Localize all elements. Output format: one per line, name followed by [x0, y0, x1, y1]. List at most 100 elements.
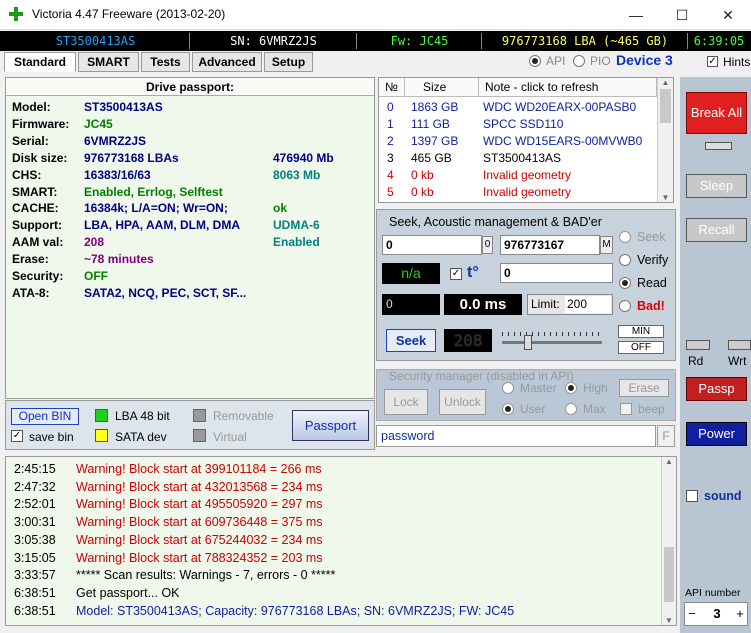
aam-min-button[interactable]: MIN	[618, 325, 664, 338]
user-radio[interactable]	[502, 403, 514, 415]
log-scroll-thumb[interactable]	[664, 547, 674, 602]
aam-slider[interactable]	[502, 332, 602, 350]
mode-bad-radio[interactable]	[619, 300, 631, 312]
password-file-button[interactable]: F	[657, 425, 675, 447]
passport-field-value: ST3500413AS	[84, 100, 163, 114]
high-radio[interactable]	[565, 382, 577, 394]
log-message: Warning! Block start at 432013568 = 234 …	[76, 479, 323, 494]
master-radio[interactable]	[502, 382, 514, 394]
passport-field-value: Enabled, Errlog, Selftest	[84, 184, 223, 199]
mode-read-label: Read	[637, 276, 667, 290]
pio-radio[interactable]	[573, 55, 585, 67]
passp-button[interactable]: Passp	[686, 377, 747, 401]
close-button[interactable]: ✕	[705, 0, 751, 30]
temperature-label: t°	[467, 264, 479, 281]
aam-off-button[interactable]: OFF	[618, 341, 664, 354]
tab-advanced[interactable]: Advanced	[192, 52, 262, 72]
log-time: 3:05:38	[14, 532, 56, 547]
log-message: Warning! Block start at 788324352 = 203 …	[76, 550, 323, 565]
lock-button[interactable]: Lock	[384, 389, 428, 415]
sleep-button[interactable]: Sleep	[686, 174, 747, 198]
passport-field-value: 16383/16/63	[84, 167, 151, 182]
tab-smart[interactable]: SMART	[78, 52, 139, 72]
temperature-checkbox[interactable]: ✓	[450, 268, 462, 280]
log-scroll-down-icon[interactable]: ▼	[662, 616, 676, 625]
log-entry: 3:00:31 Warning! Block start at 609736448…	[14, 515, 323, 532]
drive-cell-note: ST3500413AS	[483, 151, 562, 165]
passport-field-value: LBA, HPA, AAM, DLM, DMA	[84, 218, 240, 233]
unlock-button[interactable]: Unlock	[439, 389, 486, 415]
high-label: High	[583, 381, 608, 395]
api-number-increment[interactable]: +	[733, 603, 747, 625]
tab-tests[interactable]: Tests	[141, 52, 190, 72]
log-message: Get passport... OK	[76, 585, 180, 600]
maximize-button[interactable]: ☐	[659, 0, 705, 30]
tab-setup[interactable]: Setup	[264, 52, 313, 72]
passport-button[interactable]: Passport	[292, 410, 369, 441]
passport-field-label: Serial:	[12, 133, 49, 148]
log-message: Warning! Block start at 399101184 = 266 …	[76, 462, 322, 476]
start-lba-input[interactable]: 0	[382, 235, 482, 255]
power-button[interactable]: Power	[686, 422, 747, 446]
passport-row: Support: LBA, HPA, AAM, DLM, DMA UDMA-6	[12, 218, 320, 235]
mode-seek-radio[interactable]	[619, 231, 631, 243]
beep-label: beep	[638, 402, 665, 416]
end-lba-input[interactable]: 976773167	[500, 235, 600, 255]
minimize-button[interactable]: —	[613, 0, 659, 30]
drive-col-size[interactable]: Size	[405, 78, 479, 97]
api-number-decrement[interactable]: −	[685, 603, 699, 625]
title-bar: Victoria 4.47 Freeware (2013-02-20) — ☐ …	[0, 0, 751, 30]
mode-verify-radio[interactable]	[619, 254, 631, 266]
log-scroll-up-icon[interactable]: ▲	[662, 457, 676, 466]
drive-row[interactable]: 4 0 kb Invalid geometry	[379, 168, 657, 185]
passport-row: Firmware: JC45	[12, 117, 113, 134]
drive-row[interactable]: 0 1863 GB WDC WD20EARX-00PASB0	[379, 100, 657, 117]
log-entry: 3:15:05 Warning! Block start at 788324352…	[14, 551, 323, 568]
drive-row[interactable]: 1 111 GB SPCC SSD110	[379, 117, 657, 134]
temperature-display: n/a	[382, 263, 440, 284]
end-lba-max-button[interactable]: M	[600, 236, 613, 254]
sound-checkbox[interactable]	[686, 490, 698, 502]
break-all-button[interactable]: Break All	[686, 92, 747, 134]
scroll-down-icon[interactable]: ▼	[658, 193, 673, 202]
drive-list-scrollbar[interactable]: ▲ ▼	[657, 78, 673, 202]
victoria-cross-icon	[9, 7, 23, 21]
master-label: Master	[520, 381, 557, 395]
drive-cell-note: Invalid geometry	[483, 168, 572, 182]
aam-slider-thumb[interactable]	[524, 335, 532, 350]
drive-row[interactable]: 5 0 kb Invalid geometry	[379, 185, 657, 202]
drive-cell-size: 1863 GB	[411, 100, 459, 114]
status-model: ST3500413AS	[2, 33, 190, 49]
hints-checkbox[interactable]: ✓	[707, 56, 718, 67]
passport-row: Disk size: 976773168 LBAs 476940 Mb	[12, 151, 334, 168]
open-bin-button[interactable]: Open BIN	[11, 408, 79, 425]
erase-button[interactable]: Erase	[619, 379, 669, 397]
limit-input[interactable]: 200	[565, 296, 611, 313]
status-firmware: Fw: JC45	[358, 33, 482, 49]
save-bin-checkbox[interactable]: ✓	[11, 430, 23, 442]
beep-checkbox[interactable]	[620, 403, 632, 415]
log-scrollbar[interactable]: ▲ ▼	[661, 457, 676, 625]
passport-field-value: SATA2, NCQ, PEC, SCT, SF...	[84, 285, 247, 300]
drive-row[interactable]: 2 1397 GB WDC WD15EARS-00MVWB0	[379, 134, 657, 151]
tab-standard[interactable]: Standard	[4, 52, 76, 72]
recall-button[interactable]: Recall	[686, 218, 747, 242]
block-size-input[interactable]: 0	[500, 263, 613, 283]
drive-cell-size: 111 GB	[411, 117, 450, 131]
mode-read-radio[interactable]	[619, 277, 631, 289]
drive-col-note[interactable]: Note - click to refresh	[479, 78, 657, 97]
api-radio[interactable]	[529, 55, 541, 67]
scroll-up-icon[interactable]: ▲	[658, 78, 673, 87]
drive-row[interactable]: 3 465 GB ST3500413AS	[379, 151, 657, 168]
seek-panel: Seek, Acoustic management & BAD'er 0 0 9…	[376, 209, 676, 361]
seek-button[interactable]: Seek	[386, 329, 436, 352]
scroll-thumb[interactable]	[660, 89, 671, 123]
password-input[interactable]: password	[376, 425, 656, 447]
drive-list: № Size Note - click to refresh 0 1863 GB W…	[378, 77, 674, 203]
log-time: 3:00:31	[14, 515, 56, 530]
drive-col-number[interactable]: №	[379, 78, 405, 97]
api-number-value[interactable]: 3	[703, 603, 731, 625]
start-lba-zero-button[interactable]: 0	[482, 236, 493, 254]
passport-row: CHS: 16383/16/63 8063 Mb	[12, 168, 320, 185]
max-radio[interactable]	[565, 403, 577, 415]
